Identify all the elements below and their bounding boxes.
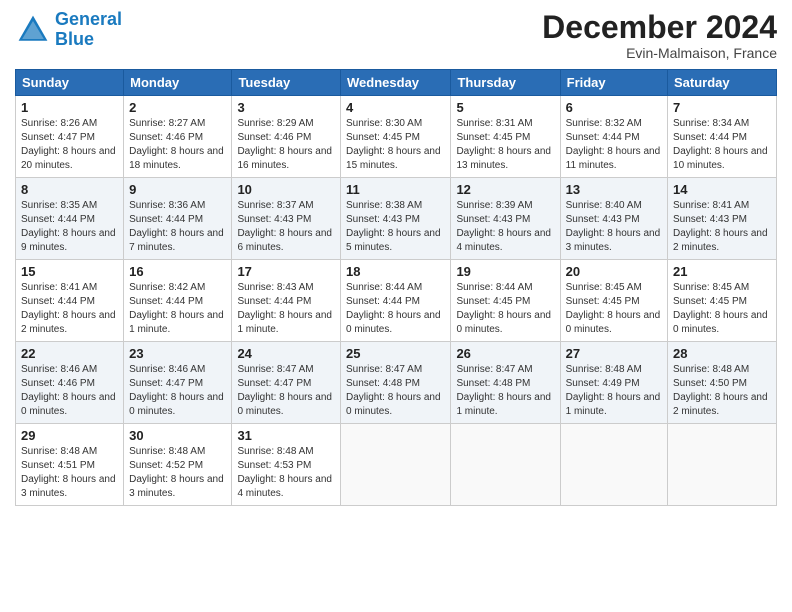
day-22: 22 Sunrise: 8:46 AMSunset: 4:46 PMDaylig… [16, 342, 124, 424]
col-sunday: Sunday [16, 70, 124, 96]
day-6: 6 Sunrise: 8:32 AMSunset: 4:44 PMDayligh… [560, 96, 667, 178]
logo-text: General Blue [55, 10, 122, 50]
day-30: 30 Sunrise: 8:48 AMSunset: 4:52 PMDaylig… [124, 424, 232, 506]
day-28: 28 Sunrise: 8:48 AMSunset: 4:50 PMDaylig… [668, 342, 777, 424]
day-9: 9 Sunrise: 8:36 AMSunset: 4:44 PMDayligh… [124, 178, 232, 260]
week-1: 1 Sunrise: 8:26 AMSunset: 4:47 PMDayligh… [16, 96, 777, 178]
day-12: 12 Sunrise: 8:39 AMSunset: 4:43 PMDaylig… [451, 178, 560, 260]
calendar-table: Sunday Monday Tuesday Wednesday Thursday… [15, 69, 777, 506]
day-23: 23 Sunrise: 8:46 AMSunset: 4:47 PMDaylig… [124, 342, 232, 424]
col-wednesday: Wednesday [341, 70, 451, 96]
page: General Blue December 2024 Evin-Malmaiso… [0, 0, 792, 612]
week-2: 8 Sunrise: 8:35 AMSunset: 4:44 PMDayligh… [16, 178, 777, 260]
day-24: 24 Sunrise: 8:47 AMSunset: 4:47 PMDaylig… [232, 342, 341, 424]
month-title: December 2024 [542, 10, 777, 45]
day-1: 1 Sunrise: 8:26 AMSunset: 4:47 PMDayligh… [16, 96, 124, 178]
empty-3 [560, 424, 667, 506]
day-20: 20 Sunrise: 8:45 AMSunset: 4:45 PMDaylig… [560, 260, 667, 342]
col-monday: Monday [124, 70, 232, 96]
col-saturday: Saturday [668, 70, 777, 96]
day-19: 19 Sunrise: 8:44 AMSunset: 4:45 PMDaylig… [451, 260, 560, 342]
day-11: 11 Sunrise: 8:38 AMSunset: 4:43 PMDaylig… [341, 178, 451, 260]
week-5: 29 Sunrise: 8:48 AMSunset: 4:51 PMDaylig… [16, 424, 777, 506]
title-block: December 2024 Evin-Malmaison, France [542, 10, 777, 61]
day-21: 21 Sunrise: 8:45 AMSunset: 4:45 PMDaylig… [668, 260, 777, 342]
col-friday: Friday [560, 70, 667, 96]
day-18: 18 Sunrise: 8:44 AMSunset: 4:44 PMDaylig… [341, 260, 451, 342]
day-26: 26 Sunrise: 8:47 AMSunset: 4:48 PMDaylig… [451, 342, 560, 424]
header: General Blue December 2024 Evin-Malmaiso… [15, 10, 777, 61]
day-2: 2 Sunrise: 8:27 AMSunset: 4:46 PMDayligh… [124, 96, 232, 178]
day-8: 8 Sunrise: 8:35 AMSunset: 4:44 PMDayligh… [16, 178, 124, 260]
day-25: 25 Sunrise: 8:47 AMSunset: 4:48 PMDaylig… [341, 342, 451, 424]
calendar-header-row: Sunday Monday Tuesday Wednesday Thursday… [16, 70, 777, 96]
col-thursday: Thursday [451, 70, 560, 96]
col-tuesday: Tuesday [232, 70, 341, 96]
empty-4 [668, 424, 777, 506]
day-13: 13 Sunrise: 8:40 AMSunset: 4:43 PMDaylig… [560, 178, 667, 260]
empty-1 [341, 424, 451, 506]
day-3: 3 Sunrise: 8:29 AMSunset: 4:46 PMDayligh… [232, 96, 341, 178]
logo-icon [15, 12, 51, 48]
week-3: 15 Sunrise: 8:41 AMSunset: 4:44 PMDaylig… [16, 260, 777, 342]
day-29: 29 Sunrise: 8:48 AMSunset: 4:51 PMDaylig… [16, 424, 124, 506]
day-27: 27 Sunrise: 8:48 AMSunset: 4:49 PMDaylig… [560, 342, 667, 424]
day-16: 16 Sunrise: 8:42 AMSunset: 4:44 PMDaylig… [124, 260, 232, 342]
logo: General Blue [15, 10, 122, 50]
day-31: 31 Sunrise: 8:48 AMSunset: 4:53 PMDaylig… [232, 424, 341, 506]
empty-2 [451, 424, 560, 506]
day-4: 4 Sunrise: 8:30 AMSunset: 4:45 PMDayligh… [341, 96, 451, 178]
week-4: 22 Sunrise: 8:46 AMSunset: 4:46 PMDaylig… [16, 342, 777, 424]
day-14: 14 Sunrise: 8:41 AMSunset: 4:43 PMDaylig… [668, 178, 777, 260]
day-15: 15 Sunrise: 8:41 AMSunset: 4:44 PMDaylig… [16, 260, 124, 342]
day-7: 7 Sunrise: 8:34 AMSunset: 4:44 PMDayligh… [668, 96, 777, 178]
location: Evin-Malmaison, France [542, 45, 777, 61]
day-17: 17 Sunrise: 8:43 AMSunset: 4:44 PMDaylig… [232, 260, 341, 342]
day-10: 10 Sunrise: 8:37 AMSunset: 4:43 PMDaylig… [232, 178, 341, 260]
day-5: 5 Sunrise: 8:31 AMSunset: 4:45 PMDayligh… [451, 96, 560, 178]
